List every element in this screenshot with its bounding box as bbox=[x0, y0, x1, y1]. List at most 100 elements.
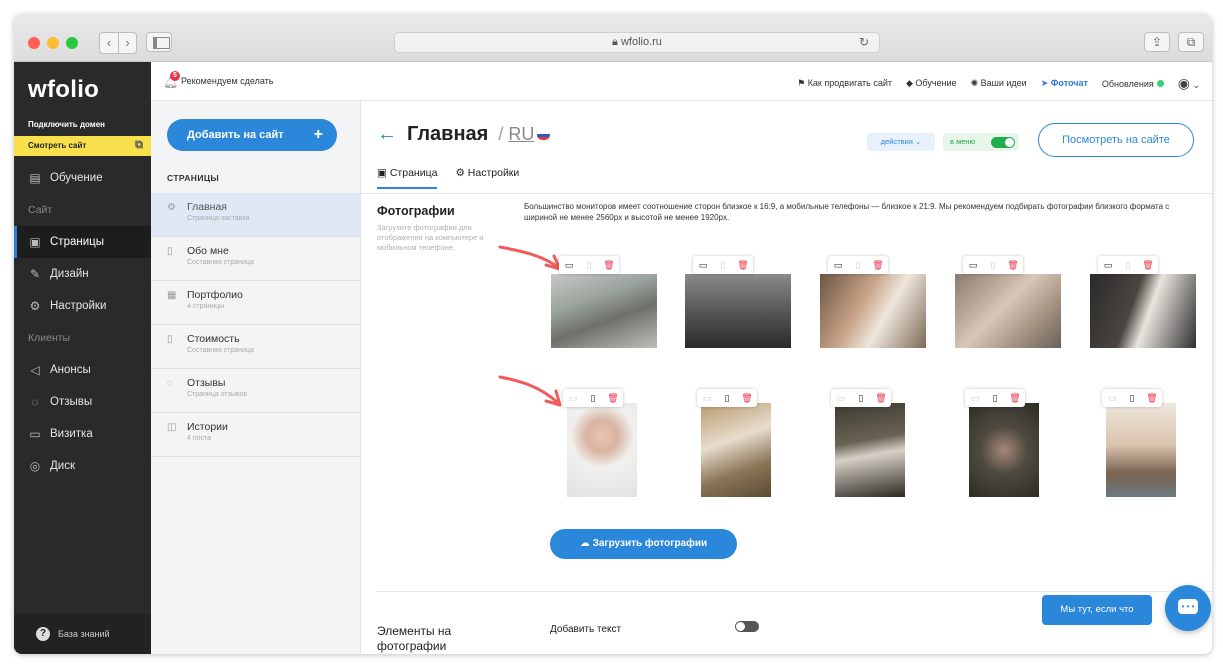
view-on-site-button[interactable]: Посмотреть на сайте bbox=[1038, 123, 1194, 157]
delete-icon[interactable]: 🗑︎ bbox=[871, 389, 891, 407]
desktop-icon[interactable]: ▭ bbox=[831, 389, 851, 407]
mobile-photo-5[interactable]: ▭ ▯ 🗑︎ bbox=[1102, 389, 1178, 497]
add-to-site-button[interactable]: Добавить на сайт + bbox=[167, 119, 337, 151]
sidebar-item-learning[interactable]: ▤ Обучение bbox=[14, 162, 151, 194]
page-item-portfolio[interactable]: ▦ Портфолио 4 страницы bbox=[151, 281, 360, 325]
desktop-photo-2[interactable]: ▭ ▯ 🗑︎ bbox=[685, 256, 791, 348]
delete-icon[interactable]: 🗑︎ bbox=[733, 256, 753, 274]
desktop-photo-5[interactable]: ▭ ▯ 🗑︎ bbox=[1090, 256, 1196, 348]
mobile-icon[interactable]: ▯ bbox=[985, 389, 1005, 407]
user-menu[interactable]: ◉ ⌄ bbox=[1178, 75, 1200, 92]
page-item-reviews[interactable]: ◌ Отзывы Страница отзывов bbox=[151, 369, 360, 413]
tabs-icon[interactable]: ⧉ bbox=[1178, 32, 1204, 52]
actions-label: действия bbox=[880, 137, 913, 146]
delete-icon[interactable]: 🗑︎ bbox=[599, 256, 619, 274]
maximize-window-button[interactable] bbox=[66, 37, 78, 49]
page-item-stories[interactable]: ◫ Истории 4 поста bbox=[151, 413, 360, 457]
desktop-photo-1[interactable]: ▭ ▯ 🗑︎ bbox=[551, 256, 657, 348]
chat-bubble-icon[interactable] bbox=[1165, 585, 1211, 631]
delete-icon[interactable]: 🗑︎ bbox=[737, 389, 757, 407]
desktop-icon[interactable]: ▭ bbox=[559, 256, 579, 274]
desktop-icon[interactable]: ▭ bbox=[963, 256, 983, 274]
desktop-icon[interactable]: ▭ bbox=[828, 256, 848, 274]
connect-domain-link[interactable]: Подключить домен bbox=[14, 118, 151, 136]
mobile-photo-4[interactable]: ▭ ▯ 🗑︎ bbox=[965, 389, 1041, 497]
document-icon: ▯ bbox=[167, 246, 173, 257]
back-arrow-icon[interactable]: ← bbox=[377, 123, 397, 146]
upload-photos-button[interactable]: ☁ Загрузить фотографии bbox=[550, 529, 737, 559]
tab-label: Настройки bbox=[467, 167, 520, 179]
sidebar-item-announcements[interactable]: ◁ Анонсы bbox=[14, 354, 151, 386]
chat-icon: ◌ bbox=[31, 395, 39, 409]
sidebar-item-reviews[interactable]: ◌ Отзывы bbox=[14, 386, 151, 418]
mobile-icon[interactable]: ▯ bbox=[583, 389, 603, 407]
actions-dropdown[interactable]: действия ⌄ bbox=[867, 133, 935, 151]
learning-link[interactable]: ◆ Обучение bbox=[906, 78, 957, 89]
sidebar-item-pages[interactable]: ▣ Страницы bbox=[14, 226, 151, 258]
tab-settings[interactable]: ⚙ Настройки bbox=[455, 167, 519, 189]
mobile-icon[interactable]: ▯ bbox=[717, 389, 737, 407]
desktop-icon[interactable]: ▭ bbox=[693, 256, 713, 274]
mobile-icon[interactable]: ▯ bbox=[983, 256, 1003, 274]
sidebar-toggle-button[interactable] bbox=[146, 32, 172, 52]
logo[interactable]: wfolio bbox=[14, 62, 151, 118]
page-item-about[interactable]: ▯ Обо мне Составная страница bbox=[151, 237, 360, 281]
page-item-pricing[interactable]: ▯ Стоимость Составная страница bbox=[151, 325, 360, 369]
view-site-link[interactable]: Смотреть сайт ⧉ bbox=[14, 136, 151, 156]
delete-icon[interactable]: 🗑︎ bbox=[1003, 256, 1023, 274]
recommendations[interactable]: 🔔︎ 5 Рекомендуем сделать bbox=[163, 71, 274, 89]
page-icon: ▣ bbox=[377, 167, 390, 179]
tab-page[interactable]: ▣ Страница bbox=[377, 167, 438, 189]
photo-controls: ▭ ▯ 🗑︎ bbox=[828, 256, 888, 274]
sidebar-item-card[interactable]: ▭ Визитка bbox=[14, 418, 151, 450]
mobile-icon[interactable]: ▯ bbox=[851, 389, 871, 407]
add-text-toggle[interactable] bbox=[735, 621, 759, 632]
sidebar-item-settings[interactable]: ⚙ Настройки bbox=[14, 290, 151, 322]
share-icon[interactable]: ⇪ bbox=[1144, 32, 1170, 52]
delete-icon[interactable]: 🗑︎ bbox=[868, 256, 888, 274]
forward-arrow-icon[interactable]: › bbox=[118, 33, 136, 53]
back-arrow-icon[interactable]: ‹ bbox=[100, 33, 118, 53]
mobile-icon[interactable]: ▯ bbox=[713, 256, 733, 274]
address-bar[interactable]: 🔒︎ wfolio.ru ↻ bbox=[394, 32, 880, 53]
mobile-icon[interactable]: ▯ bbox=[1122, 389, 1142, 407]
close-window-button[interactable] bbox=[28, 37, 40, 49]
mobile-icon[interactable]: ▯ bbox=[848, 256, 868, 274]
delete-icon[interactable]: 🗑︎ bbox=[1142, 389, 1162, 407]
desktop-icon[interactable]: ▭ bbox=[1102, 389, 1122, 407]
telegram-icon: ➤ bbox=[1040, 78, 1051, 88]
sidebar-item-design[interactable]: ✎ Дизайн bbox=[14, 258, 151, 290]
desktop-photo-4[interactable]: ▭ ▯ 🗑︎ bbox=[955, 256, 1061, 348]
desktop-icon[interactable]: ▭ bbox=[965, 389, 985, 407]
photo-controls: ▭ ▯ 🗑︎ bbox=[693, 256, 753, 274]
mobile-photo-1[interactable]: ▭ ▯ 🗑︎ bbox=[563, 389, 639, 497]
desktop-icon[interactable]: ▭ bbox=[697, 389, 717, 407]
page-item-home[interactable]: ⚙ Главная Страница-заставка bbox=[151, 193, 360, 237]
delete-icon[interactable]: 🗑︎ bbox=[1138, 256, 1158, 274]
delete-icon[interactable]: 🗑︎ bbox=[1005, 389, 1025, 407]
mobile-photo-3[interactable]: ▭ ▯ 🗑︎ bbox=[831, 389, 907, 497]
mobile-icon[interactable]: ▯ bbox=[1118, 256, 1138, 274]
photo-image bbox=[685, 274, 791, 348]
language-switch[interactable]: / RU bbox=[498, 124, 551, 145]
photochat-link[interactable]: ➤ Фоточат bbox=[1041, 78, 1088, 89]
pages-list: ⚙ Главная Страница-заставка ▯ Обо мне Состав… bbox=[151, 193, 360, 457]
promote-link[interactable]: ⚑ Как продвигать сайт bbox=[797, 78, 892, 89]
in-menu-toggle[interactable]: в меню bbox=[943, 133, 1019, 151]
delete-icon[interactable]: 🗑︎ bbox=[603, 389, 623, 407]
desktop-photo-3[interactable]: ▭ ▯ 🗑︎ bbox=[820, 256, 926, 348]
knowledge-base-link[interactable]: ? База знаний bbox=[14, 614, 151, 654]
page-title: Отзывы bbox=[187, 377, 226, 389]
sidebar-item-disk[interactable]: ◎ Диск bbox=[14, 450, 151, 482]
chat-hint[interactable]: Мы тут, если что bbox=[1042, 595, 1152, 625]
mobile-photo-2[interactable]: ▭ ▯ 🗑︎ bbox=[697, 389, 773, 497]
updates-link[interactable]: Обновления bbox=[1102, 79, 1164, 89]
mobile-icon[interactable]: ▯ bbox=[579, 256, 599, 274]
photos-description: Загрузите фотографии для отображения на … bbox=[377, 223, 484, 252]
reload-icon[interactable]: ↻ bbox=[859, 33, 869, 52]
ideas-link[interactable]: ✺ Ваши идеи bbox=[971, 78, 1027, 89]
desktop-icon[interactable]: ▭ bbox=[563, 389, 583, 407]
toggle-switch[interactable] bbox=[991, 137, 1015, 148]
desktop-icon[interactable]: ▭ bbox=[1098, 256, 1118, 274]
minimize-window-button[interactable] bbox=[47, 37, 59, 49]
